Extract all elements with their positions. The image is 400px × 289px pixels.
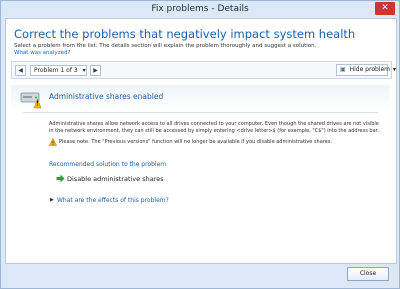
previous-versions-note: Please note: The "Previous versions" fun… — [59, 139, 333, 145]
problem-title: Administrative shares enabled — [49, 92, 164, 101]
hide-problem-icon: ▣ — [340, 66, 346, 73]
page-subtitle: Select a problem from the list. The deta… — [14, 43, 317, 49]
what-was-analyzed-link[interactable]: What was analyzed? — [14, 50, 70, 56]
title-bar: Fix problems - Details ✕ — [1, 1, 399, 18]
window-close-button[interactable]: ✕ — [375, 2, 395, 15]
problem-counter-dropdown[interactable]: Problem 1 of 3 ▾ — [30, 65, 87, 76]
problem-details-panel: Administrative shares enabled Administra… — [11, 85, 390, 257]
page-title: Correct the problems that negatively imp… — [14, 27, 356, 41]
hide-problem-button[interactable]: ▣ Hide problem ▾ — [336, 64, 396, 76]
effects-of-problem-toggle[interactable]: What are the effects of this problem? — [57, 197, 169, 204]
chevron-down-icon: ▾ — [82, 67, 86, 74]
divider — [23, 112, 378, 113]
disable-administrative-shares-link[interactable]: Disable administrative shares — [67, 175, 164, 183]
warning-icon — [49, 138, 57, 146]
content-area: Correct the problems that negatively imp… — [5, 18, 397, 264]
next-problem-button[interactable]: ▶ — [90, 65, 101, 76]
expand-arrow-icon[interactable]: ▶ — [50, 197, 54, 203]
problem-counter: Problem 1 of 3 — [34, 67, 78, 74]
chevron-down-icon: ▾ — [392, 66, 396, 73]
recommended-solution-heading: Recommended solution to the problem — [49, 161, 167, 168]
previous-problem-button[interactable]: ◀ — [15, 65, 26, 76]
drive-warning-icon — [20, 92, 42, 109]
window-title: Fix problems - Details — [151, 4, 249, 14]
problem-description: Administrative shares allow network acce… — [49, 121, 379, 134]
action-arrow-icon — [56, 174, 65, 183]
fix-problems-window: Fix problems - Details ✕ Correct the pro… — [0, 0, 400, 289]
hide-problem-label: Hide problem — [349, 66, 391, 73]
problem-navigation-bar: ◀ Problem 1 of 3 ▾ ▶ ▣ Hide problem ▾ — [11, 61, 396, 79]
close-button[interactable]: Close — [347, 267, 389, 281]
